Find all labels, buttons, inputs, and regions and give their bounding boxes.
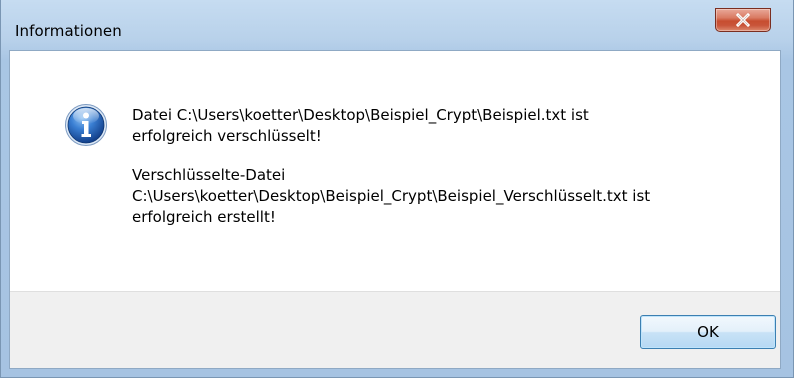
close-button[interactable] <box>715 8 771 32</box>
message-line-3: Verschlüsselte-Datei <box>132 166 286 184</box>
title-bar[interactable]: Informationen <box>1 0 793 50</box>
message-line-5: erfolgreich erstellt! <box>132 208 276 226</box>
window-title: Informationen <box>15 22 122 40</box>
message-panel: Datei C:\Users\koetter\Desktop\Beispiel_… <box>10 51 780 291</box>
info-icon <box>65 104 107 146</box>
message-line-1: Datei C:\Users\koetter\Desktop\Beispiel_… <box>132 106 589 124</box>
ok-button[interactable]: OK <box>640 315 776 349</box>
message-line-2: erfolgreich verschlüsselt! <box>132 127 322 145</box>
dialog-client-area: Datei C:\Users\koetter\Desktop\Beispiel_… <box>9 50 781 369</box>
message-text: Datei C:\Users\koetter\Desktop\Beispiel_… <box>132 105 762 246</box>
close-icon <box>735 13 751 27</box>
dialog-window: Informationen Datei C:\Users\koetter\Des… <box>0 0 794 378</box>
message-line-4: C:\Users\koetter\Desktop\Beispiel_Crypt\… <box>132 187 651 205</box>
button-bar: OK <box>10 291 780 368</box>
